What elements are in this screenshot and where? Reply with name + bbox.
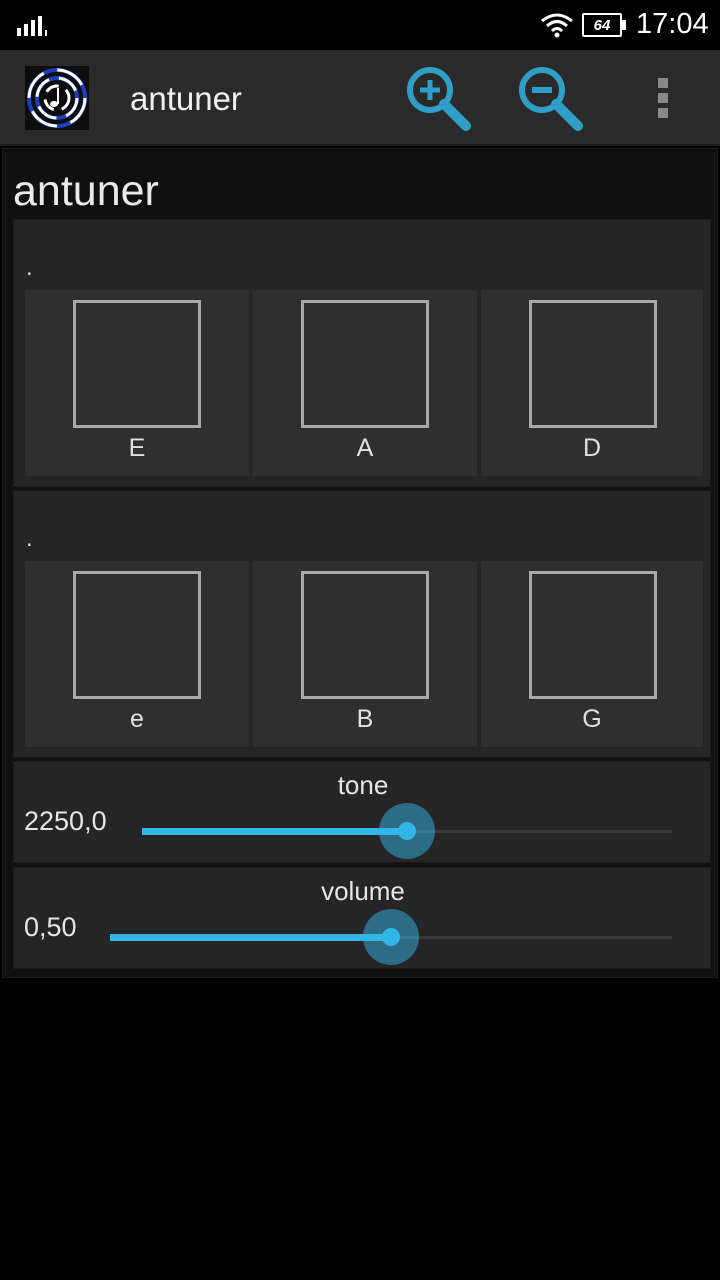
string-indicator	[73, 300, 201, 428]
string-indicator	[73, 571, 201, 699]
action-bar: antuner	[0, 50, 720, 146]
string-button-A[interactable]: A	[253, 290, 477, 476]
zoom-out-icon[interactable]	[516, 66, 588, 134]
string-group-2: . e B G	[13, 490, 711, 758]
volume-slider-thumb[interactable]	[363, 909, 419, 965]
string-group-1: . E A D	[13, 219, 711, 487]
wifi-icon	[541, 13, 573, 38]
volume-slider[interactable]	[110, 909, 672, 965]
string-button-B[interactable]: B	[253, 561, 477, 747]
string-label: A	[356, 434, 374, 462]
string-indicator	[301, 571, 429, 699]
status-clock: 17:04	[636, 8, 709, 40]
tone-slider-fill	[142, 828, 407, 835]
string-button-G[interactable]: G	[481, 561, 703, 747]
string-label: D	[582, 434, 602, 462]
tone-value: 2250,0	[24, 806, 107, 836]
group-label: .	[26, 254, 33, 281]
overflow-menu-icon[interactable]	[648, 76, 678, 120]
group-label: .	[26, 525, 33, 552]
battery-level: 64	[593, 16, 611, 34]
tone-label: tone	[337, 770, 389, 800]
tone-slider[interactable]	[142, 803, 672, 859]
signal-icon	[17, 16, 47, 36]
string-label: G	[582, 705, 602, 733]
status-bar: 64 17:04	[0, 0, 720, 50]
app-title: antuner	[130, 80, 242, 117]
string-button-E[interactable]: E	[25, 290, 249, 476]
battery-icon: 64	[582, 13, 626, 37]
string-indicator	[301, 300, 429, 428]
page-title: antuner	[13, 167, 159, 215]
tone-panel: tone 2250,0	[13, 761, 711, 863]
main-panel: antuner . E A D . e B G tone 2250,0 volu…	[2, 148, 718, 978]
string-button-D[interactable]: D	[481, 290, 703, 476]
string-indicator	[529, 571, 657, 699]
string-label: E	[128, 434, 146, 462]
string-label: B	[356, 705, 374, 733]
volume-slider-fill	[110, 934, 391, 941]
tone-slider-thumb[interactable]	[379, 803, 435, 859]
zoom-in-icon[interactable]	[404, 66, 476, 134]
volume-label: volume	[321, 876, 405, 906]
volume-panel: volume 0,50	[13, 867, 711, 969]
volume-value: 0,50	[24, 912, 77, 942]
string-indicator	[529, 300, 657, 428]
string-button-e[interactable]: e	[25, 561, 249, 747]
app-logo-icon[interactable]	[25, 66, 89, 130]
string-label: e	[130, 705, 144, 733]
